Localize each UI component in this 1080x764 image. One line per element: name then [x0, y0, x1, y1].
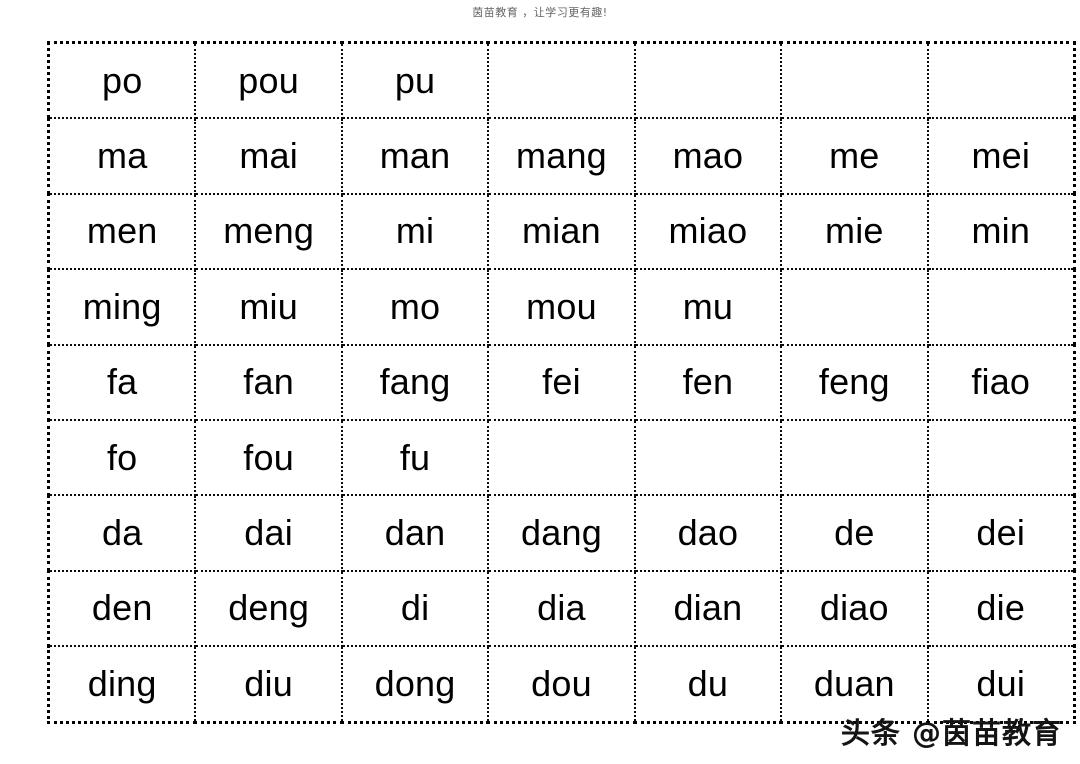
pinyin-cell[interactable]: dai: [194, 494, 343, 572]
pinyin-cell[interactable]: miao: [633, 192, 783, 271]
pinyin-cell[interactable]: diao: [780, 569, 929, 648]
pinyin-cell[interactable]: fu: [340, 418, 490, 497]
pinyin-cell[interactable]: mao: [633, 117, 783, 195]
pinyin-cell[interactable]: me: [780, 117, 929, 195]
table-row: ma mai man mang mao me mei: [47, 117, 1076, 195]
pinyin-cell[interactable]: po: [47, 41, 197, 120]
pinyin-cell[interactable]: mu: [633, 268, 783, 346]
pinyin-cell-empty: [487, 418, 636, 497]
pinyin-cell-empty: [780, 268, 929, 346]
table-row: po pou pu: [47, 41, 1076, 120]
pinyin-cell[interactable]: fa: [47, 343, 197, 421]
page-header-text: 茵苗教育 ，让学习更有趣!: [472, 6, 608, 19]
pinyin-cell-empty: [633, 41, 783, 120]
pinyin-cell[interactable]: mai: [194, 117, 343, 195]
pinyin-cell[interactable]: di: [340, 569, 490, 648]
pinyin-cell[interactable]: dian: [633, 569, 783, 648]
pinyin-cell[interactable]: mei: [926, 117, 1076, 195]
pinyin-cell[interactable]: dao: [633, 494, 783, 572]
pinyin-cell[interactable]: pou: [194, 41, 343, 120]
pinyin-cell-empty: [633, 418, 783, 497]
pinyin-cell-empty: [780, 418, 929, 497]
pinyin-cell[interactable]: miu: [194, 268, 343, 346]
pinyin-cell[interactable]: mi: [340, 192, 490, 271]
pinyin-syllable-table: po pou pu ma mai man mang mao me mei men meng mi mian…: [47, 41, 1076, 724]
pinyin-cell[interactable]: men: [47, 192, 197, 271]
pinyin-cell[interactable]: fiao: [926, 343, 1076, 421]
pinyin-cell[interactable]: diu: [194, 645, 343, 724]
watermark-text: 头条 @茵苗教育: [840, 716, 1062, 750]
pinyin-cell[interactable]: fei: [487, 343, 636, 421]
pinyin-cell[interactable]: mian: [487, 192, 636, 271]
pinyin-cell[interactable]: ma: [47, 117, 197, 195]
pinyin-cell[interactable]: feng: [780, 343, 929, 421]
pinyin-cell[interactable]: man: [340, 117, 490, 195]
pinyin-cell[interactable]: dan: [340, 494, 490, 572]
pinyin-cell[interactable]: deng: [194, 569, 343, 648]
table-row: da dai dan dang dao de dei: [47, 494, 1076, 572]
pinyin-cell[interactable]: duan: [780, 645, 929, 724]
pinyin-cell[interactable]: dou: [487, 645, 636, 724]
table-row: ming miu mo mou mu: [47, 268, 1076, 346]
pinyin-cell[interactable]: da: [47, 494, 197, 572]
pinyin-cell[interactable]: fo: [47, 418, 197, 497]
pinyin-cell[interactable]: dei: [926, 494, 1076, 572]
pinyin-cell[interactable]: dia: [487, 569, 636, 648]
pinyin-cell[interactable]: du: [633, 645, 783, 724]
pinyin-grid-container: po pou pu ma mai man mang mao me mei men meng mi mian…: [47, 41, 1076, 724]
table-row: men meng mi mian miao mie min: [47, 192, 1076, 271]
table-row: ding diu dong dou du duan dui: [47, 645, 1076, 724]
pinyin-cell[interactable]: fan: [194, 343, 343, 421]
pinyin-cell[interactable]: ming: [47, 268, 197, 346]
pinyin-cell[interactable]: fen: [633, 343, 783, 421]
pinyin-cell[interactable]: min: [926, 192, 1076, 271]
pinyin-cell-empty: [926, 41, 1076, 120]
table-row: den deng di dia dian diao die: [47, 569, 1076, 648]
pinyin-cell[interactable]: dong: [340, 645, 490, 724]
pinyin-cell[interactable]: ding: [47, 645, 197, 724]
pinyin-table-body: po pou pu ma mai man mang mao me mei men meng mi mian…: [47, 41, 1076, 724]
pinyin-cell[interactable]: dui: [926, 645, 1076, 724]
pinyin-cell[interactable]: de: [780, 494, 929, 572]
pinyin-cell[interactable]: mie: [780, 192, 929, 271]
table-row: fa fan fang fei fen feng fiao: [47, 343, 1076, 421]
pinyin-cell[interactable]: fang: [340, 343, 490, 421]
pinyin-cell-empty: [487, 41, 636, 120]
pinyin-cell[interactable]: fou: [194, 418, 343, 497]
pinyin-cell-empty: [780, 41, 929, 120]
pinyin-cell[interactable]: den: [47, 569, 197, 648]
pinyin-cell[interactable]: mang: [487, 117, 636, 195]
pinyin-cell[interactable]: die: [926, 569, 1076, 648]
pinyin-cell-empty: [926, 268, 1076, 346]
pinyin-cell[interactable]: dang: [487, 494, 636, 572]
pinyin-cell[interactable]: mo: [340, 268, 490, 346]
pinyin-cell[interactable]: mou: [487, 268, 636, 346]
pinyin-cell[interactable]: meng: [194, 192, 343, 271]
table-row: fo fou fu: [47, 418, 1076, 497]
pinyin-cell-empty: [926, 418, 1076, 497]
pinyin-cell[interactable]: pu: [340, 41, 490, 120]
